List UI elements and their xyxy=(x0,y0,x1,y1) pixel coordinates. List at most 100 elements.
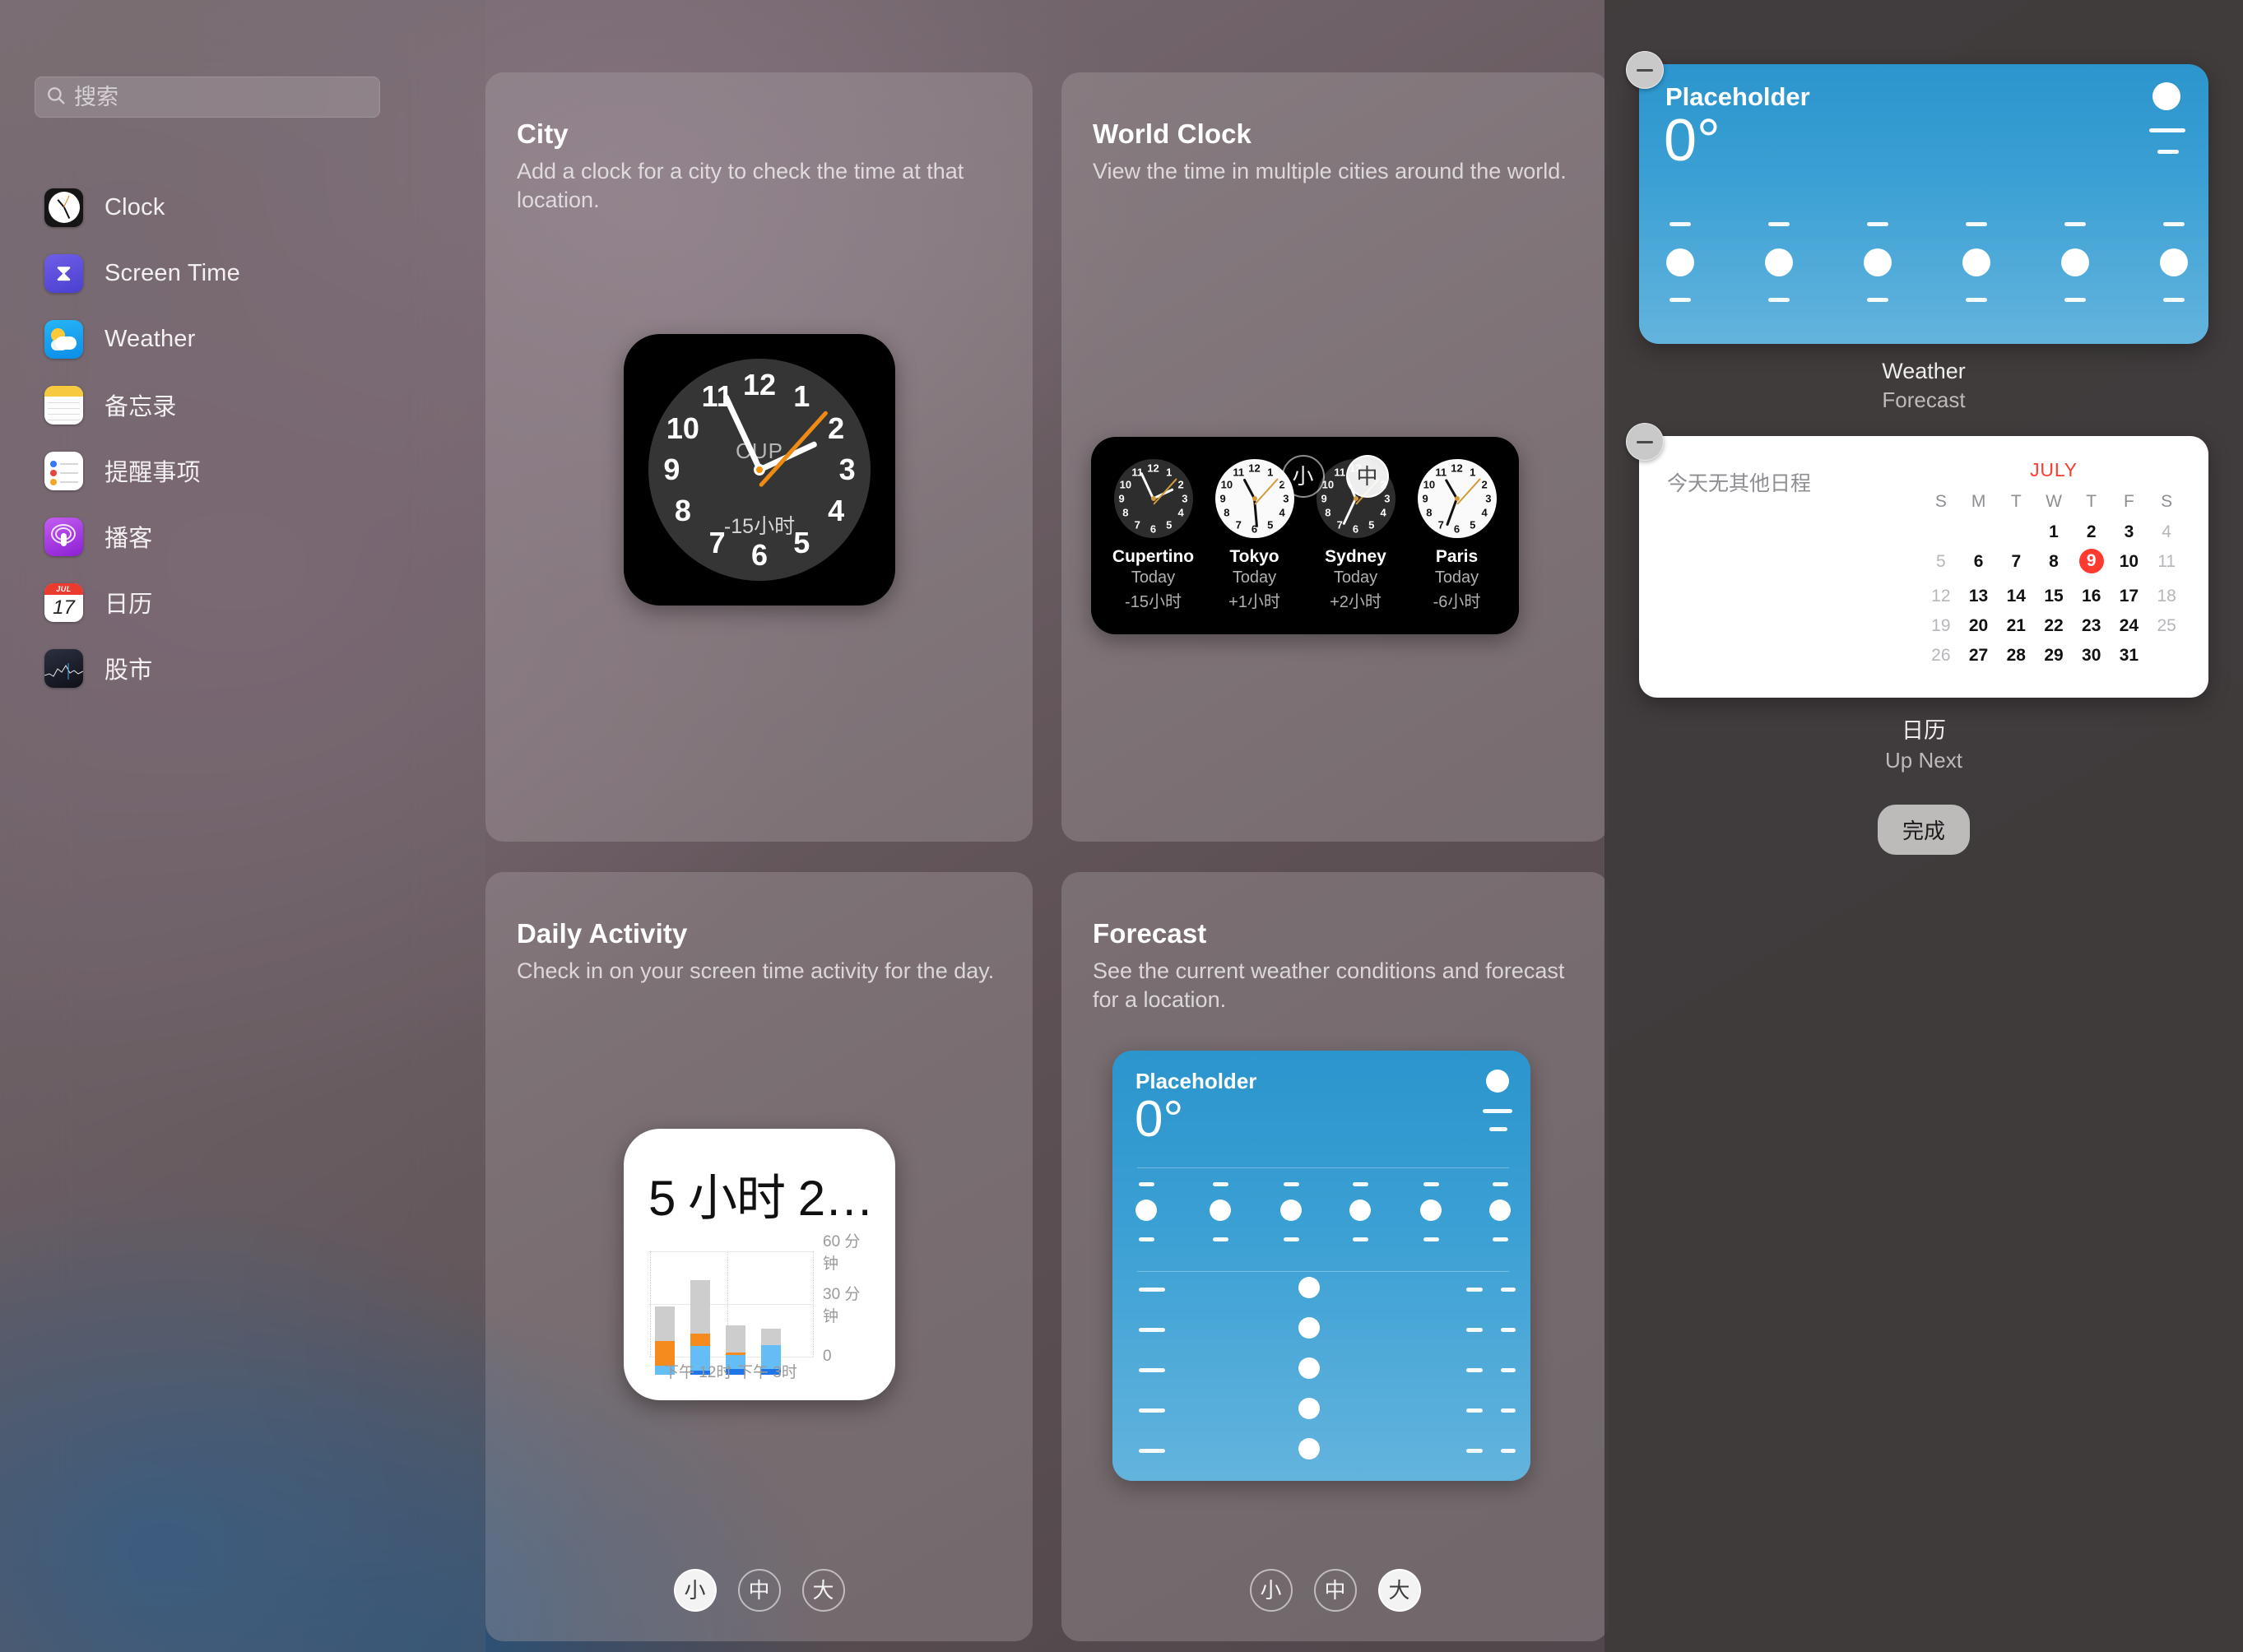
calendar-day: 28 xyxy=(2006,646,2026,665)
hourly-temp-dash xyxy=(1139,1237,1154,1241)
sidebar-item-label: 提醒事项 xyxy=(104,460,201,486)
weather-divider xyxy=(1137,1271,1509,1272)
forecast-widget-preview-large[interactable]: Placeholder 0° xyxy=(1112,1051,1530,1481)
daily-high-dash xyxy=(1501,1449,1516,1453)
daily-high-dash xyxy=(1501,1368,1516,1372)
clock-numeral: 5 xyxy=(793,526,810,560)
card-header: Forecast See the current weather conditi… xyxy=(1093,918,1572,1014)
card-description: View the time in multiple cities around … xyxy=(1093,159,1567,183)
calendar-day: 8 xyxy=(2049,552,2059,571)
calendar-day: 24 xyxy=(2119,616,2139,635)
search-input[interactable] xyxy=(74,84,369,110)
world-clock-city: Sydney xyxy=(1325,547,1386,566)
widget-card-daily-activity[interactable]: Daily Activity Check in on your screen t… xyxy=(485,872,1033,1641)
card-description: Add a clock for a city to check the time… xyxy=(517,159,964,213)
sidebar-item-reminders[interactable]: 提醒事项 xyxy=(0,438,485,503)
screen-time-app-icon: ⧗ xyxy=(44,253,83,293)
weather-placeholder-dash xyxy=(1489,1127,1507,1131)
calendar-weekday: F xyxy=(2124,492,2134,511)
calendar-app-icon: JUL 17 xyxy=(44,582,83,622)
clock-center-pin xyxy=(754,464,765,476)
widget-card-forecast[interactable]: Forecast See the current weather conditi… xyxy=(1061,872,1609,1641)
chart-y-tick-label: 30 分钟 xyxy=(823,1286,861,1325)
preview-widget-kind: Up Next xyxy=(1885,748,1962,773)
daily-condition-icon xyxy=(1298,1277,1320,1298)
sidebar-item-label: 日历 xyxy=(104,592,153,618)
clock-widget-preview[interactable]: 12 1 2 3 4 5 6 7 8 9 10 11 CUP -15小时 xyxy=(624,334,895,606)
size-option-small[interactable]: 小 xyxy=(1281,455,1325,498)
calendar-day: 23 xyxy=(2082,616,2101,635)
hourly-temp-dash xyxy=(1423,1237,1439,1241)
widget-preview-panel: Placeholder 0° Weather Forecast 今天无其他日程 … xyxy=(1604,0,2243,1652)
hourly-label-dash xyxy=(1768,222,1790,226)
weather-forecast-widget[interactable]: Placeholder 0° xyxy=(1639,64,2208,344)
world-clock-day: Today xyxy=(1434,568,1479,587)
calendar-weekday: S xyxy=(2161,492,2173,511)
search-field-wrapper[interactable] xyxy=(35,77,380,118)
calendar-day: 6 xyxy=(1973,552,1984,571)
size-option-large[interactable]: 大 xyxy=(801,1569,845,1612)
calendar-day: 14 xyxy=(2006,587,2026,606)
sidebar-item-weather[interactable]: Weather xyxy=(0,306,485,372)
calendar-day: 4 xyxy=(2162,522,2171,541)
sidebar-item-screen-time[interactable]: ⧗ Screen Time xyxy=(0,240,485,306)
hourly-condition-icon xyxy=(1135,1200,1157,1221)
screen-time-widget-preview[interactable]: 5 小时 2… 60 分钟 30 分钟 0 下午 12时 下午 3时 xyxy=(624,1129,895,1400)
preview-weather-forecast: Placeholder 0° Weather Forecast xyxy=(1626,51,2208,413)
calendar-day: 25 xyxy=(2157,616,2176,635)
daily-day-dash xyxy=(1139,1408,1165,1413)
calendar-day: 3 xyxy=(2124,522,2134,541)
hourly-label-dash xyxy=(2163,222,2185,226)
sidebar-item-label: 股市 xyxy=(104,657,153,684)
hourly-condition-icon xyxy=(1765,248,1793,276)
remove-widget-button[interactable] xyxy=(1626,423,1664,461)
size-selector: 小 中 大 xyxy=(485,1569,1033,1612)
calendar-day: 12 xyxy=(1931,587,1951,606)
size-option-large[interactable]: 大 xyxy=(1377,1569,1421,1612)
calendar-weekday-row: S M T W T F S xyxy=(1922,490,2185,517)
sidebar-item-podcasts[interactable]: 播客 xyxy=(0,503,485,569)
size-option-small[interactable]: 小 xyxy=(1249,1569,1293,1612)
hourly-label-dash xyxy=(2064,222,2086,226)
calendar-day: 27 xyxy=(1968,646,1989,665)
clock-numeral: 1 xyxy=(793,378,810,413)
clock-numeral: 12 xyxy=(742,368,777,402)
weather-divider xyxy=(1137,1167,1509,1168)
clock-numeral: 7 xyxy=(708,526,726,560)
world-clock-city: Cupertino xyxy=(1112,547,1195,566)
sidebar-item-calendar[interactable]: JUL 17 日历 xyxy=(0,569,485,635)
size-option-medium[interactable]: 中 xyxy=(737,1569,781,1612)
done-button[interactable]: 完成 xyxy=(1877,805,1971,855)
sidebar-item-label: Screen Time xyxy=(104,259,240,286)
clock-numeral: 6 xyxy=(750,537,769,572)
remove-widget-button[interactable] xyxy=(1626,51,1664,89)
sidebar-item-clock[interactable]: Clock xyxy=(0,174,485,240)
clock-numeral: 10 xyxy=(666,411,699,446)
widget-card-world-clock[interactable]: World Clock View the time in multiple ci… xyxy=(1061,72,1609,842)
daily-day-dash xyxy=(1139,1449,1165,1453)
card-description: See the current weather conditions and f… xyxy=(1093,958,1565,1013)
clock-numeral: 8 xyxy=(674,493,691,527)
size-option-medium[interactable]: 中 xyxy=(1345,455,1389,498)
clock-app-icon xyxy=(44,188,83,227)
sidebar-item-stocks[interactable]: 股市 xyxy=(0,635,485,701)
sidebar-item-label: Weather xyxy=(104,325,196,352)
clock-offset: -15小时 xyxy=(723,514,796,538)
hourly-label-dash xyxy=(1353,1182,1368,1186)
daily-condition-icon xyxy=(1298,1398,1320,1419)
hourly-label-dash xyxy=(1493,1182,1508,1186)
size-option-medium[interactable]: 中 xyxy=(1313,1569,1357,1612)
calendar-up-next-widget[interactable]: 今天无其他日程 JULY S M T W T F S ...1234567891… xyxy=(1639,436,2208,698)
preview-caption: Weather Forecast xyxy=(1639,359,2208,413)
calendar-day: 15 xyxy=(2044,587,2064,606)
stocks-app-icon xyxy=(44,648,83,688)
size-option-small[interactable]: 小 xyxy=(673,1569,717,1612)
daily-high-dash xyxy=(1501,1408,1516,1413)
card-header: City Add a clock for a city to check the… xyxy=(517,118,996,215)
hourly-label-dash xyxy=(1423,1182,1439,1186)
calendar-day: 26 xyxy=(1931,646,1951,665)
weather-placeholder-dash xyxy=(2157,150,2179,154)
world-clock-day: Today xyxy=(1232,568,1277,587)
widget-card-city[interactable]: City Add a clock for a city to check the… xyxy=(485,72,1033,842)
sidebar-item-notes[interactable]: 备忘录 xyxy=(0,372,485,438)
